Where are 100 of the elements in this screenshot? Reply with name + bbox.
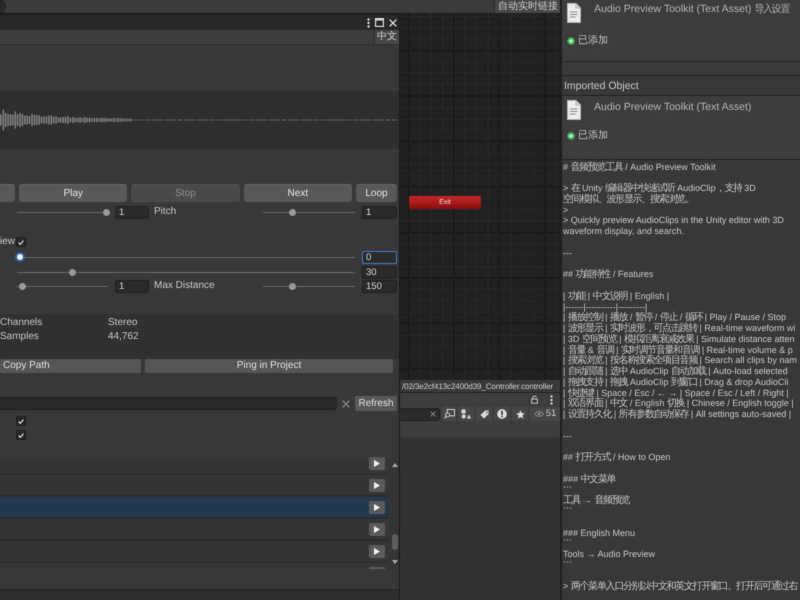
slider-track[interactable] (15, 207, 110, 217)
status-text: 已添加 (578, 35, 608, 47)
slider-thumb[interactable] (289, 208, 296, 216)
eye-icon (534, 411, 544, 417)
number-field[interactable]: 1 (115, 280, 149, 292)
clear-icon[interactable] (430, 411, 436, 417)
text-line: --- (563, 248, 572, 258)
asset-title: Audio Preview Toolkit (Text Asset) (594, 101, 752, 113)
text-line: ## 功能特性 / Features (563, 269, 654, 280)
lock-icon[interactable] (531, 395, 538, 404)
action-button[interactable]: Copy Path (0, 359, 141, 373)
slider-track[interactable] (15, 267, 357, 277)
play-button[interactable] (369, 500, 385, 514)
document-icon (567, 3, 581, 23)
document-icon (567, 100, 581, 120)
tag-button[interactable] (476, 407, 492, 421)
refresh-button[interactable]: Refresh (355, 396, 397, 411)
text-line: ### 中文菜单 (563, 474, 616, 485)
search-field[interactable] (400, 408, 440, 420)
text-line: > 在 Unity 编辑器中快速试听 AudioClip，支持 3D (563, 183, 756, 194)
checkmark-icon (18, 240, 24, 244)
info-value: 44,762 (108, 331, 140, 343)
more-menu-icon[interactable] (367, 18, 370, 28)
text-line: ``` (563, 506, 572, 517)
slider-thumb[interactable] (18, 282, 26, 290)
slider-thumb[interactable] (103, 208, 110, 216)
number-field[interactable]: 150 (362, 280, 397, 292)
play-button[interactable] (369, 522, 385, 536)
slider-track[interactable] (15, 281, 110, 291)
waveform-drawing[interactable] (0, 91, 399, 149)
slider-thumb[interactable] (15, 252, 25, 262)
text-line: > (563, 204, 568, 216)
number-field[interactable]: 1 (362, 206, 397, 218)
magnifier-square-button[interactable] (442, 407, 456, 421)
text-line: ``` (563, 560, 572, 571)
transport-button[interactable]: Loop (356, 184, 397, 202)
checkbox[interactable] (16, 416, 26, 426)
text-line: ``` (563, 538, 572, 550)
live-link-button[interactable]: 自动实时链接 (494, 0, 560, 13)
shapes-button[interactable] (458, 407, 474, 421)
text-line: |------|----------|---------| (563, 302, 648, 312)
text-line: | 拖拽支持 | 拖拽 AudioClip 到窗口 | Drag & drop AudioCli (563, 376, 788, 388)
scroll-down-icon[interactable] (392, 560, 398, 564)
text-line: | 功能 | 中文说明 | English | (563, 290, 670, 302)
scroll-up-icon[interactable] (392, 463, 398, 467)
clear-icon[interactable] (342, 400, 350, 408)
eye-count-button[interactable]: 51 (530, 407, 560, 421)
play-button[interactable] (369, 544, 385, 558)
maximize-icon[interactable] (375, 18, 384, 27)
text-line: --- (563, 430, 572, 442)
param-label: Pitch (154, 206, 178, 218)
file-path: /02/3e2cf413c2400d39_Controller.controller (402, 380, 554, 392)
star-button[interactable] (512, 407, 528, 421)
exclamation-button[interactable] (494, 407, 510, 421)
exclamation-circle-icon (497, 409, 507, 419)
play-button[interactable] (369, 478, 385, 492)
text-line: | 波形显示 | 实时波形，可点击跳转 | Real-time waveform wi (563, 323, 796, 334)
play-icon (374, 526, 380, 532)
slider-track[interactable] (261, 207, 357, 217)
slider-thumb[interactable] (288, 282, 296, 290)
slider-track[interactable] (261, 281, 357, 291)
slider-thumb[interactable] (68, 268, 76, 276)
scrollbar-thumb[interactable] (392, 534, 398, 550)
number-field[interactable]: 30 (362, 266, 397, 278)
tag-icon (480, 410, 488, 418)
param-label: iew (0, 236, 16, 248)
transport-button[interactable]: Play (19, 184, 128, 202)
star-icon (516, 410, 524, 418)
play-icon (374, 482, 380, 488)
text-line: > 两个菜单入口分别以中文和英文打开窗口。打开后可通过右 (563, 581, 797, 592)
info-label: Samples (0, 331, 40, 343)
transport-button[interactable]: Next (244, 184, 352, 202)
text-line: ## 打开方式 / How to Open (563, 452, 670, 464)
action-button[interactable]: Ping in Project (145, 359, 393, 373)
checkbox[interactable] (16, 237, 26, 247)
play-button[interactable] (369, 457, 385, 470)
clip-row[interactable] (0, 457, 388, 475)
language-button[interactable]: 中文 (374, 30, 399, 44)
more-menu-icon[interactable] (550, 394, 553, 404)
plus-circle-icon (567, 37, 575, 45)
text-line: waveform display, and search. (563, 226, 684, 237)
checkmark-icon (18, 432, 24, 438)
search-field[interactable] (0, 397, 337, 410)
slider-track[interactable] (15, 252, 357, 262)
close-icon[interactable] (389, 18, 397, 26)
number-field[interactable]: 0 (362, 250, 397, 264)
param-label: Max Distance (154, 280, 216, 292)
asset-title: Audio Preview Toolkit (Text Asset) 导入设置 (594, 3, 790, 16)
clip-row[interactable] (0, 497, 388, 519)
shapes-icon (461, 409, 471, 419)
text-line: 工具 → 音频预览 (563, 495, 630, 506)
checkbox[interactable] (16, 430, 26, 440)
play-icon (374, 460, 380, 466)
text-line: | 快捷键 | Space / Esc / ← → | Space / Esc / Left / Right | (563, 388, 789, 398)
number-field[interactable]: 1 (115, 206, 149, 218)
status-text: 已添加 (578, 130, 608, 142)
plus-circle-icon (567, 132, 575, 140)
text-line: | 播放控制 | 播放 / 暂停 / 停止 / 循环 | Play / Pause / Stop (563, 312, 786, 324)
text-line: ``` (563, 484, 572, 495)
text-line: | 3D 空间预览 | 模拟距离衰减效果 | Simulate distance atten (563, 334, 795, 345)
